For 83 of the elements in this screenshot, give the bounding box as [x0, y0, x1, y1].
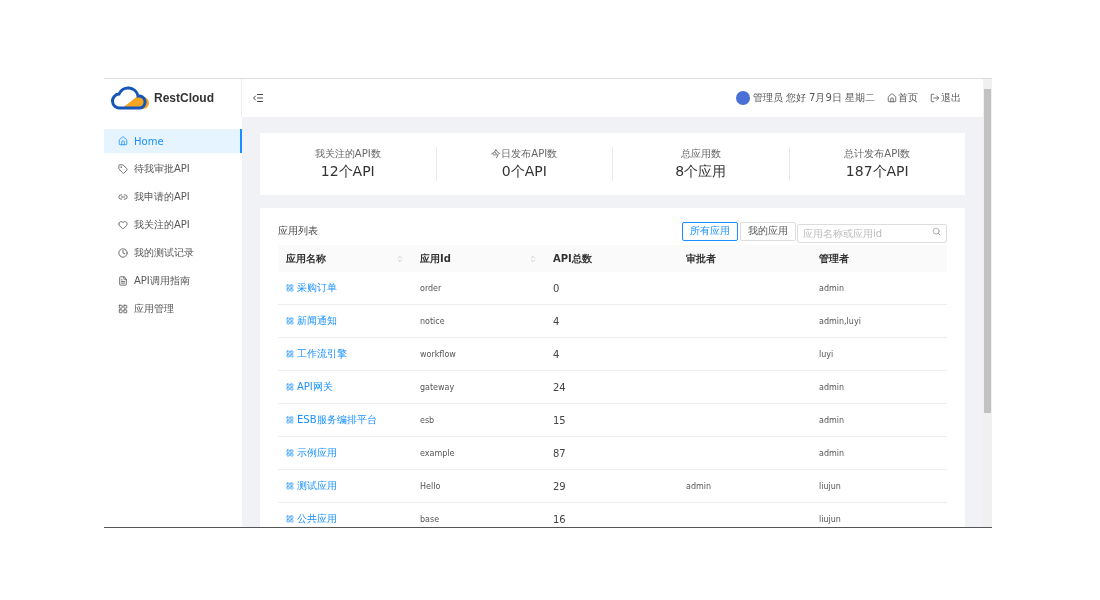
api-count: 29	[553, 480, 566, 492]
manager: admin	[819, 382, 845, 392]
stat-label: 总应用数	[680, 147, 721, 161]
sidebar-item-label: 我的测试记录	[134, 246, 194, 260]
home-icon	[887, 93, 897, 103]
approver: admin	[686, 481, 712, 491]
sort-icon	[529, 254, 537, 263]
home-icon	[118, 136, 128, 146]
sidebar-item[interactable]: 我申请的API	[104, 185, 242, 209]
document-icon	[118, 276, 128, 286]
app-id: base	[420, 514, 440, 524]
sidebar-item[interactable]: 我的测试记录	[104, 241, 242, 265]
grid-icon	[286, 317, 294, 325]
logout-icon	[930, 93, 940, 103]
app-id: order	[420, 283, 442, 293]
sidebar-item[interactable]: 应用管理	[104, 297, 242, 321]
sidebar-item-label: Home	[134, 135, 164, 147]
menu-fold-button[interactable]	[252, 92, 264, 104]
grid-icon	[286, 284, 294, 292]
column-header: API总数	[545, 245, 678, 272]
sort-icon	[396, 254, 404, 263]
sidebar-item-label: 我关注的API	[134, 218, 190, 232]
app-id: Hello	[420, 481, 441, 491]
stat-value: 187个API	[845, 163, 909, 181]
api-count: 4	[553, 315, 560, 327]
manager: admin	[819, 283, 845, 293]
grid-icon	[286, 416, 294, 424]
tag-icon	[118, 164, 128, 174]
indent-icon	[252, 92, 264, 104]
heart-icon	[118, 220, 128, 230]
column-header: 管理者	[811, 245, 947, 272]
grid-icon	[286, 515, 294, 523]
sidebar-item-label: API调用指南	[134, 274, 190, 288]
stat-value: 0个API	[501, 163, 547, 181]
app-id: example	[420, 448, 455, 458]
column-header: 审批者	[678, 245, 811, 272]
grid-icon	[286, 449, 294, 457]
app-id: notice	[420, 316, 445, 326]
api-count: 15	[553, 414, 566, 426]
column-header[interactable]: 应用名称	[278, 245, 412, 272]
search-icon	[932, 226, 941, 236]
scrollbar[interactable]	[983, 79, 992, 527]
avatar	[735, 91, 750, 105]
grid-icon	[118, 304, 128, 314]
stat-label: 总计发布API数	[844, 147, 911, 161]
api-count: 4	[553, 348, 560, 360]
stat-label: 我关注的API数	[314, 147, 381, 161]
stat-value: 12个API	[320, 163, 375, 181]
api-count: 24	[553, 381, 566, 393]
section-title: 应用列表	[278, 224, 318, 238]
clock-icon	[118, 248, 128, 258]
manager: luyi	[819, 349, 834, 359]
cloud-logo-icon	[111, 85, 149, 111]
sidebar-item-label: 待我审批API	[134, 162, 190, 176]
user-greeting: 管理员 您好 7月9日 星期二	[752, 91, 875, 105]
filter-button[interactable]: 我的应用	[740, 221, 796, 241]
sidebar-item[interactable]: API调用指南	[104, 269, 242, 293]
column-header[interactable]: 应用Id	[412, 245, 545, 272]
logout-link[interactable]: 退出	[941, 91, 961, 105]
grid-icon	[286, 350, 294, 358]
api-count: 87	[553, 447, 566, 459]
sidebar-item-label: 应用管理	[134, 302, 174, 316]
sidebar-item-label: 我申请的API	[134, 190, 190, 204]
app-id: gateway	[420, 382, 455, 392]
stat-value: 8个应用	[675, 163, 727, 181]
grid-icon	[286, 383, 294, 391]
stat-label: 今日发布API数	[491, 147, 558, 161]
home-link[interactable]: 首页	[898, 91, 918, 105]
sidebar-item[interactable]: 我关注的API	[104, 213, 242, 237]
app-id: workflow	[420, 349, 456, 359]
manager: admin	[819, 415, 845, 425]
api-count: 0	[553, 282, 560, 294]
manager: admin,luyi	[819, 316, 861, 326]
manager: liujun	[819, 481, 841, 491]
manager: liujun	[819, 514, 841, 524]
sidebar-item[interactable]: 待我审批API	[104, 157, 242, 181]
grid-icon	[286, 482, 294, 490]
manager: admin	[819, 448, 845, 458]
brand-name: RestCloud	[154, 91, 214, 105]
api-count: 16	[553, 513, 566, 525]
search-field[interactable]: 应用名称或应用id	[797, 223, 947, 243]
app-id: esb	[420, 415, 435, 425]
link-icon	[118, 192, 128, 202]
